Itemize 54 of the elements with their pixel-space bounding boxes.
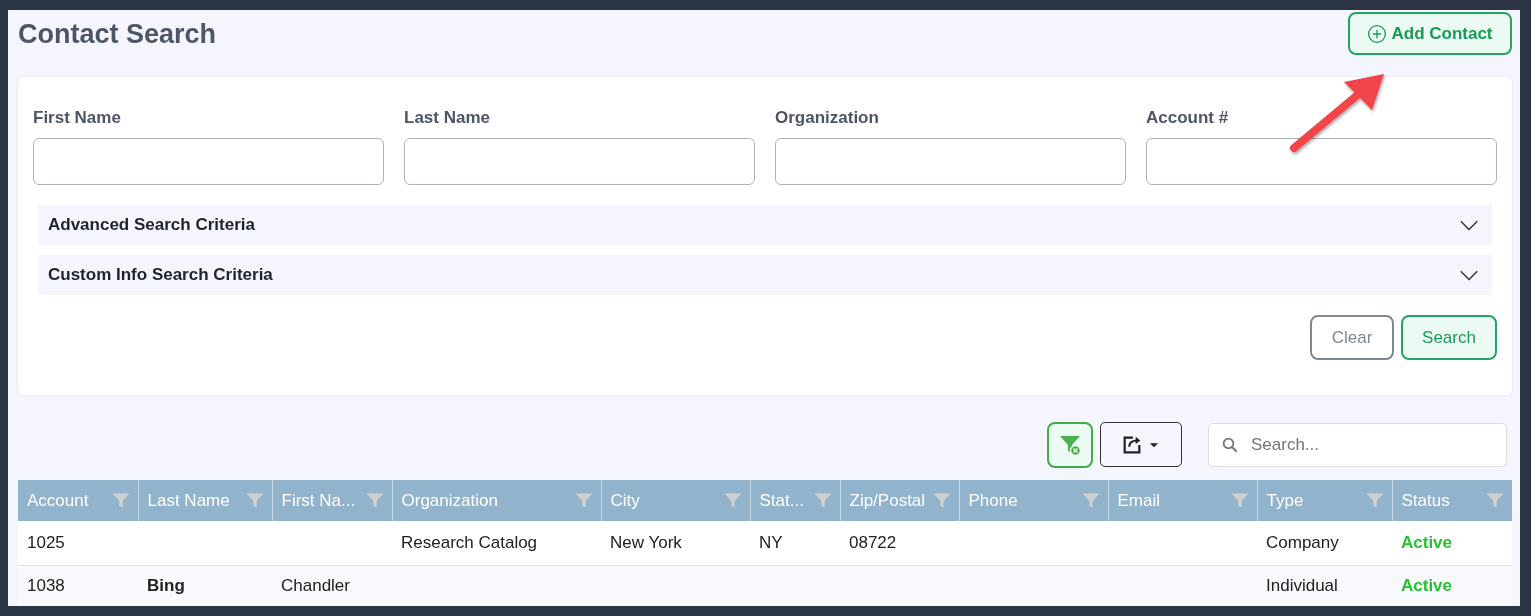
table-cell: NY (759, 532, 783, 552)
column-header[interactable]: Zip/Postal (840, 480, 959, 521)
clear-filter-button[interactable] (1047, 421, 1093, 468)
column-header[interactable]: Email (1108, 480, 1257, 521)
accordion-header[interactable]: Custom Info Search Criteria (38, 255, 1492, 295)
header-label: City (610, 490, 640, 511)
export-dropdown-button[interactable] (1100, 422, 1182, 467)
field-label: Organization (775, 108, 880, 128)
table-cell: Individual (1266, 576, 1338, 595)
header-label: First Na... (281, 490, 356, 511)
column-header[interactable]: Status (1392, 480, 1512, 521)
accordion-header[interactable]: Advanced Search Criteria (38, 205, 1492, 245)
column-header[interactable]: Stat... (750, 480, 840, 521)
table-cell: Chandler (281, 576, 350, 595)
header-label: Organization (401, 490, 498, 511)
table-cell: 1038 (27, 576, 65, 595)
column-header[interactable]: Phone (959, 480, 1108, 521)
input-field[interactable] (1146, 138, 1497, 185)
header-label: Last Name (147, 490, 230, 511)
table-cell: 08722 (849, 532, 897, 552)
header-label: Phone (968, 490, 1018, 511)
field-label: Account # (1146, 108, 1230, 128)
table-cell: 1025 (27, 532, 65, 552)
clear-button[interactable]: Clear (1310, 315, 1394, 360)
input-field[interactable] (404, 138, 755, 185)
table-cell: Bing (147, 576, 185, 595)
header-label: Type (1266, 490, 1304, 511)
add-contact-button[interactable]: Add Contact (1348, 12, 1512, 55)
column-header[interactable]: City (601, 480, 750, 521)
table-cell: Company (1266, 532, 1339, 552)
header-label: Zip/Postal (849, 490, 926, 511)
column-header[interactable]: Last Name (138, 480, 272, 521)
section-title: Advanced Search Criteria (48, 215, 255, 235)
column-header[interactable]: Account (18, 480, 138, 521)
plus-circle-icon (1367, 23, 1388, 44)
section-title: Custom Info Search Criteria (48, 265, 273, 285)
header-label: Stat... (759, 490, 804, 511)
search-field[interactable]: Search... (1208, 422, 1507, 467)
header-label: Email (1117, 490, 1160, 511)
input-field[interactable] (33, 138, 384, 185)
header-label: Account (27, 490, 89, 511)
status-text: Active (1401, 576, 1453, 595)
table-cell: Research Catalog (401, 532, 538, 552)
page-title: Contact Search (18, 19, 217, 50)
table-cell: New York (610, 532, 682, 552)
header-label: Status (1401, 490, 1450, 511)
search-button[interactable]: Search (1401, 315, 1497, 360)
input-field[interactable] (775, 138, 1126, 185)
column-header[interactable]: Organization (392, 480, 601, 521)
column-header[interactable]: Type (1257, 480, 1392, 521)
field-label: Last Name (404, 108, 491, 128)
field-label: First Name (33, 108, 122, 128)
column-header[interactable]: First Na... (272, 480, 392, 521)
status-text: Active (1401, 532, 1453, 552)
